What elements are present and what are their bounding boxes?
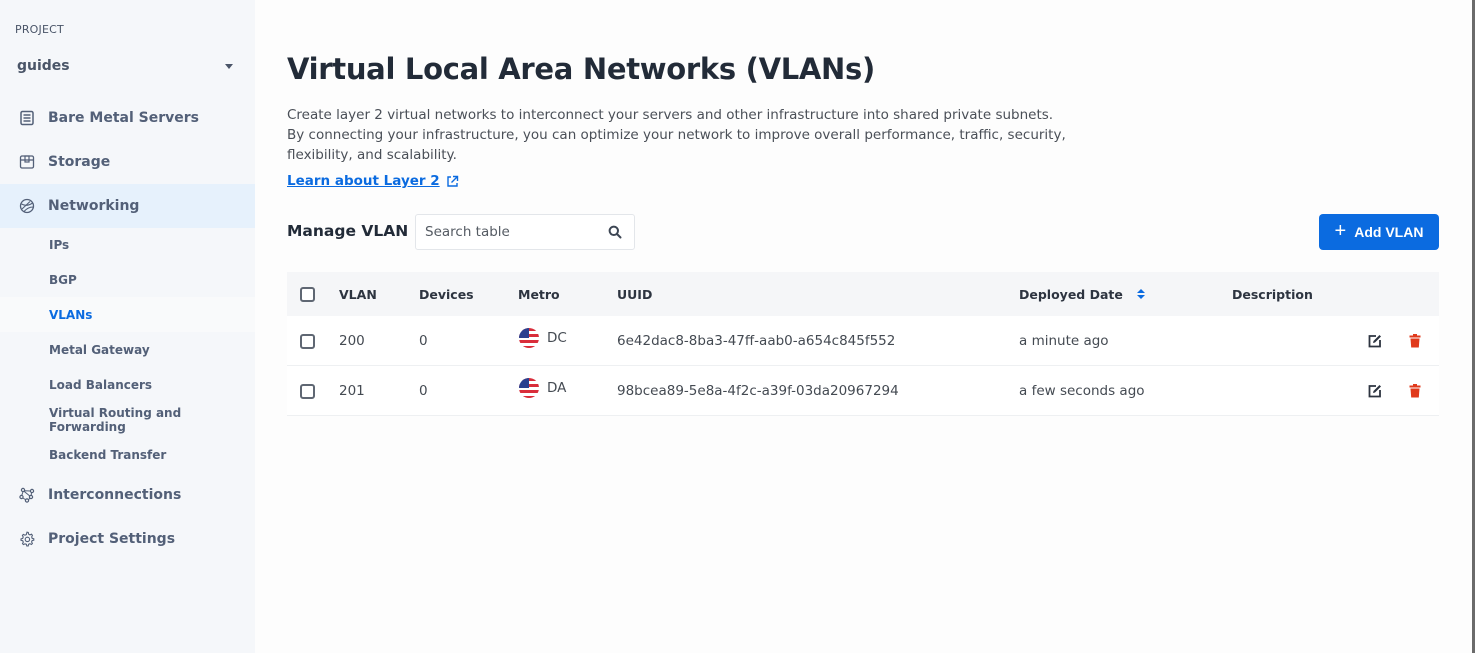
vlan-table: VLAN Devices Metro UUID Deployed Date De… [287,272,1439,416]
table-row[interactable]: 201 0 DA 98bcea89-5e8a-4f2c-a39f-03da209… [287,366,1439,416]
sidebar: PROJECT guides Bare Metal Servers Storag… [0,0,255,653]
us-flag-icon [519,328,539,348]
metro-code: DC [547,330,567,346]
nav-label: Networking [48,198,140,214]
nav-label: Storage [48,154,111,170]
row-checkbox[interactable] [300,333,315,349]
cell-devices: 0 [419,383,428,399]
cell-metro: DC [519,316,567,366]
sub-nav-bgp[interactable]: BGP [0,262,255,297]
table-header: VLAN Devices Metro UUID Deployed Date De… [287,272,1439,316]
add-vlan-button[interactable]: + Add VLAN [1319,214,1439,250]
delete-icon[interactable] [1407,383,1423,399]
delete-icon[interactable] [1407,333,1423,349]
cell-metro: DA [519,366,566,416]
cell-uuid: 98bcea89-5e8a-4f2c-a39f-03da20967294 [617,383,899,399]
interconnect-nodes-icon [18,486,36,504]
metro-code: DA [547,380,567,396]
edit-icon[interactable] [1367,333,1383,349]
sub-nav-vlans[interactable]: VLANs [0,297,255,332]
search-icon[interactable] [608,225,622,239]
add-vlan-label: Add VLAN [1354,224,1424,240]
cell-deployed-date: a few seconds ago [1019,383,1145,399]
column-header-devices[interactable]: Devices [419,272,474,316]
server-list-icon [18,109,36,127]
column-header-vlan[interactable]: VLAN [339,272,377,316]
search-input[interactable] [425,224,608,240]
sub-nav-metal-gateway[interactable]: Metal Gateway [0,332,255,367]
cell-vlan: 200 [339,333,365,349]
nav-label: Bare Metal Servers [48,110,199,126]
caret-down-icon [225,63,233,69]
nav-item-interconnections[interactable]: Interconnections [0,473,255,517]
sub-nav-backend-transfer[interactable]: Backend Transfer [0,437,255,472]
page-title: Virtual Local Area Networks (VLANs) [287,52,875,86]
nav-item-storage[interactable]: Storage [0,140,255,184]
cell-uuid: 6e42dac8-8ba3-47ff-aab0-a654c845f552 [617,333,896,349]
column-header-metro[interactable]: Metro [518,272,560,316]
deployed-date-label: Deployed Date [1019,286,1123,302]
us-flag-icon [519,378,539,398]
nav-item-project-settings[interactable]: Project Settings [0,517,255,561]
page-description: Create layer 2 virtual networks to inter… [287,107,1066,163]
section-title: Manage VLAN [287,222,409,240]
edit-icon[interactable] [1367,383,1383,399]
sub-nav-vrf[interactable]: Virtual Routing and Forwarding [0,402,255,437]
table-row[interactable]: 200 0 DC 6e42dac8-8ba3-47ff-aab0-a654c84… [287,316,1439,366]
search-field[interactable] [415,214,635,250]
nav-label: Interconnections [48,487,182,503]
project-label: PROJECT [15,23,64,36]
sub-nav-load-balancers[interactable]: Load Balancers [0,367,255,402]
nav-label: Project Settings [48,531,176,547]
gear-icon [18,530,36,548]
learn-link-label: Learn about Layer 2 [287,173,440,189]
storage-box-icon [18,153,36,171]
globe-network-icon [18,197,36,215]
external-link-icon [446,175,458,187]
nav-item-networking[interactable]: Networking [0,184,255,228]
column-header-uuid[interactable]: UUID [617,272,652,316]
project-name: guides [17,58,70,74]
row-checkbox[interactable] [300,383,315,399]
sub-nav-ips[interactable]: IPs [0,227,255,262]
column-header-description[interactable]: Description [1232,272,1313,316]
learn-about-layer2-link[interactable]: Learn about Layer 2 [287,173,459,189]
sort-icon[interactable] [1136,289,1145,299]
select-all-checkbox[interactable] [300,286,315,302]
cell-deployed-date: a minute ago [1019,333,1109,349]
cell-devices: 0 [419,333,428,349]
column-header-deployed-date[interactable]: Deployed Date [1019,272,1145,316]
nav-item-bare-metal-servers[interactable]: Bare Metal Servers [0,96,255,140]
cell-vlan: 201 [339,383,365,399]
plus-icon: + [1334,220,1347,242]
project-selector[interactable]: guides [17,55,237,77]
